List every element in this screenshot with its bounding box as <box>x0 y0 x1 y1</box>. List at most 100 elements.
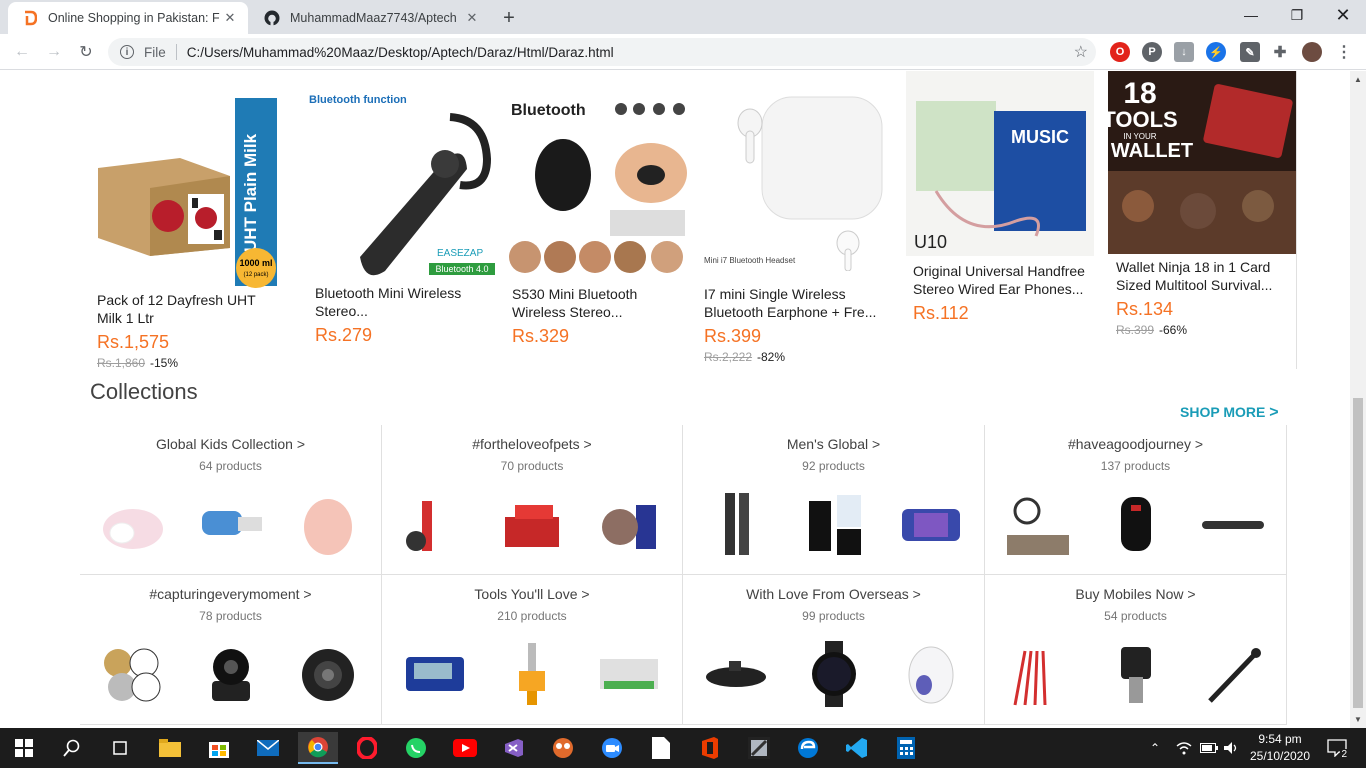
show-hidden-icons-icon[interactable]: ⌃ <box>1150 728 1168 768</box>
router-bit-thumbnail <box>519 643 545 705</box>
calculator-icon[interactable] <box>886 732 926 764</box>
notifications-icon[interactable]: 2 <box>1322 728 1352 768</box>
opera-icon[interactable] <box>347 732 387 764</box>
collection-card[interactable]: Buy Mobiles Now > 54 products <box>985 575 1287 725</box>
collection-card[interactable]: With Love From Overseas > 99 products <box>683 575 985 725</box>
tab-daraz[interactable]: Online Shopping in Pakistan: Fast ✕ <box>8 2 248 34</box>
collection-title[interactable]: Men's Global > <box>683 436 984 452</box>
wallet-tools-text: TOOLS <box>1108 107 1178 132</box>
scroll-down-icon[interactable]: ▼ <box>1354 715 1362 724</box>
shop-more-link[interactable]: SHOP MORE > <box>1180 404 1279 422</box>
product-price: Rs.112 <box>913 303 969 323</box>
pinterest-extension-icon[interactable]: P <box>1142 42 1162 62</box>
clock-time: 9:54 pm <box>1258 732 1302 746</box>
scroll-up-icon[interactable]: ▲ <box>1354 75 1362 84</box>
tab-strip: Online Shopping in Pakistan: Fast ✕ Muha… <box>0 0 1366 34</box>
battery-tester-thumbnail <box>406 657 464 691</box>
task-view-icon[interactable] <box>100 732 140 764</box>
download-extension-icon[interactable]: ↓ <box>1174 42 1194 62</box>
collection-title[interactable]: #fortheloveofpets > <box>382 436 682 452</box>
product-old-price: Rs.399 <box>1116 323 1155 337</box>
vscode-icon[interactable] <box>837 732 877 764</box>
smart-watch-thumbnail <box>811 641 856 707</box>
product-name[interactable]: S530 Mini Bluetooth Wireless Stereo... <box>512 285 687 321</box>
document-icon[interactable] <box>641 732 681 764</box>
whatsapp-icon[interactable] <box>396 732 436 764</box>
collection-title[interactable]: #haveagoodjourney > <box>985 436 1286 452</box>
opera-extension-icon[interactable]: O <box>1110 42 1130 62</box>
browser-toolbar: ← → ↻ i File C:/Users/Muhammad%20Maaz/De… <box>0 34 1366 70</box>
microsoft-store-icon[interactable] <box>199 732 239 764</box>
info-icon[interactable]: i <box>120 45 134 59</box>
product-name[interactable]: I7 mini Single Wireless Bluetooth Earpho… <box>704 285 879 321</box>
search-icon[interactable] <box>52 732 92 764</box>
close-window-icon[interactable]: ✕ <box>1320 0 1366 30</box>
game-app-icon[interactable] <box>543 732 583 764</box>
profile-avatar[interactable] <box>1302 42 1322 62</box>
product-name[interactable]: Original Universal Handfree Stereo Wired… <box>913 262 1093 298</box>
file-explorer-icon[interactable] <box>150 732 190 764</box>
restore-icon[interactable]: ❐ <box>1274 0 1320 30</box>
car-key-cover-thumbnail <box>1120 497 1151 551</box>
office-icon[interactable] <box>690 732 730 764</box>
bookmark-star-icon[interactable]: ☆ <box>1074 42 1088 62</box>
new-tab-button[interactable]: + <box>497 6 521 30</box>
wifi-icon[interactable] <box>1176 728 1194 768</box>
collection-title[interactable]: Tools You'll Love > <box>382 586 682 602</box>
product-discount: -82% <box>757 350 786 364</box>
scrollbar-thumb[interactable] <box>1353 398 1363 708</box>
pet-stairs-thumbnail <box>505 505 559 547</box>
u10-earphones-image: MUSIC U10 <box>906 71 1094 256</box>
shield-extension-icon[interactable]: ⚡ <box>1206 42 1226 62</box>
collection-count: 78 products <box>199 609 262 623</box>
watch-strap-thumbnail <box>725 493 749 555</box>
collection-count: 64 products <box>199 459 262 473</box>
eyedropper-extension-icon[interactable]: ✎ <box>1240 42 1260 62</box>
youtube-icon[interactable] <box>445 732 485 764</box>
product-name[interactable]: Wallet Ninja 18 in 1 Card Sized Multitoo… <box>1116 258 1291 294</box>
camera-lens-thumbnail <box>302 649 354 701</box>
product-old-price: Rs.2,222 <box>704 350 753 364</box>
product-name[interactable]: Pack of 12 Dayfresh UHT Milk 1 Ltr <box>97 291 277 327</box>
tab-title: MuhammadMaaz7743/Aptech <box>290 11 457 25</box>
collection-title[interactable]: Global Kids Collection > <box>80 436 381 452</box>
collection-card[interactable]: Men's Global > 92 products <box>683 425 985 575</box>
visual-studio-icon[interactable] <box>494 732 534 764</box>
volume-icon[interactable] <box>1224 728 1242 768</box>
mail-icon[interactable] <box>248 732 288 764</box>
collection-card[interactable]: #fortheloveofpets > 70 products <box>381 425 683 575</box>
chrome-taskbar-icon[interactable] <box>298 732 338 764</box>
forward-icon[interactable]: → <box>42 40 66 64</box>
edge-icon[interactable] <box>788 732 828 764</box>
windows-start-icon[interactable] <box>4 732 44 764</box>
bt-brand-text: EASEZAP <box>437 248 483 259</box>
collection-title[interactable]: Buy Mobiles Now > <box>985 586 1286 602</box>
collection-title[interactable]: With Love From Overseas > <box>683 586 984 602</box>
wallet-18-text: 18 <box>1123 77 1156 110</box>
page-scrollbar[interactable]: ▲ ▼ <box>1350 71 1366 728</box>
collection-card[interactable]: Global Kids Collection > 64 products <box>80 425 382 575</box>
address-bar[interactable]: i File C:/Users/Muhammad%20Maaz/Desktop/… <box>108 38 1096 66</box>
battery-icon[interactable] <box>1200 728 1218 768</box>
product-name[interactable]: Bluetooth Mini Wireless Stereo... <box>315 284 490 320</box>
menu-kebab-icon[interactable]: ⋮ <box>1334 42 1354 62</box>
close-tab-icon[interactable]: ✕ <box>462 8 482 28</box>
reload-icon[interactable]: ↻ <box>74 40 98 64</box>
close-tab-icon[interactable]: ✕ <box>220 8 240 28</box>
clock-date: 25/10/2020 <box>1249 749 1311 763</box>
collection-card[interactable]: #capturingeverymoment > 78 products <box>80 575 382 725</box>
media-player-icon[interactable] <box>739 732 779 764</box>
milk-badge-sub: (12 pack) <box>243 272 268 278</box>
taskbar-clock[interactable]: 9:54 pm 25/10/2020 <box>1248 731 1312 765</box>
collection-card[interactable]: #haveagoodjourney > 137 products <box>985 425 1287 575</box>
tab-github[interactable]: MuhammadMaaz7743/Aptech ✕ <box>250 2 490 34</box>
i7-earbud-image: Mini i7 Bluetooth Headset <box>704 96 883 271</box>
collection-card[interactable]: Tools You'll Love > 210 products <box>381 575 683 725</box>
zoom-icon[interactable] <box>592 732 632 764</box>
collection-title[interactable]: #capturingeverymoment > <box>80 586 381 602</box>
chevron-right-icon: > <box>1269 404 1279 421</box>
back-icon[interactable]: ← <box>10 40 34 64</box>
minimize-icon[interactable]: — <box>1228 0 1274 30</box>
puzzle-extensions-icon[interactable]: ✚ <box>1270 42 1290 62</box>
usb-cables-thumbnail <box>1013 650 1047 706</box>
